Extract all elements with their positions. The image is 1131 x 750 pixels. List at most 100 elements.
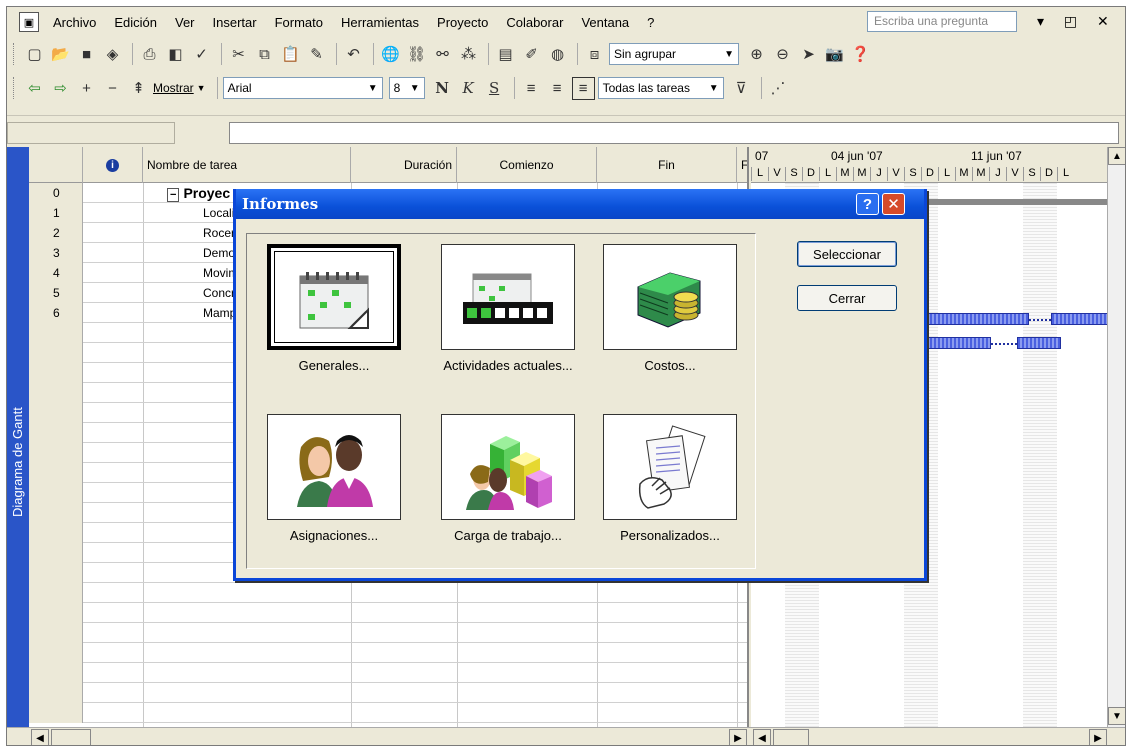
select-button[interactable]: Seleccionar [797,241,897,267]
select-all-cell[interactable] [29,147,83,183]
close-button[interactable]: Cerrar [797,285,897,311]
menu-herramientas[interactable]: Herramientas [341,15,419,30]
font-size-select[interactable]: 8 ▼ [388,77,425,99]
underline-button[interactable]: S [483,77,506,100]
menu-colaborar[interactable]: Colaborar [506,15,563,30]
empty-row[interactable] [29,603,747,623]
web-search-icon[interactable]: ◈ [101,43,124,66]
toolbar-grip[interactable] [13,77,17,99]
undo-icon[interactable]: ↶ [342,43,365,66]
empty-row[interactable] [29,583,747,603]
help-icon[interactable]: ❓ [849,43,872,66]
row-id[interactable] [29,563,83,583]
indent-icon[interactable]: ⇨ [49,77,72,100]
menu-help[interactable]: ? [647,15,654,30]
project-app-icon[interactable]: ▣ [19,12,39,32]
row-id[interactable] [29,503,83,523]
summary-task-bar[interactable] [921,199,1125,205]
row-id[interactable] [29,483,83,503]
task-name-header[interactable]: Nombre de tarea [143,147,351,183]
goto-selected-task-icon[interactable]: ➤ [797,43,820,66]
row-id[interactable] [29,423,83,443]
end-header[interactable]: Fin [597,147,737,183]
row-id[interactable] [29,583,83,603]
format-painter-icon[interactable]: ✎ [305,43,328,66]
cut-icon[interactable]: ✂ [227,43,250,66]
row-id[interactable] [29,523,83,543]
report-tile-asignaciones[interactable]: Asignaciones... [267,414,401,543]
autofilter-icon[interactable]: ⊽ [730,77,753,100]
custom-report-icon[interactable] [603,414,737,520]
row-id[interactable] [29,323,83,343]
row-id[interactable] [29,643,83,663]
ask-question-input[interactable]: Escriba una pregunta [867,11,1017,32]
gantt-wizard-icon[interactable]: ⋰ [767,77,790,100]
predecessors-header[interactable]: F [737,147,747,183]
menu-insertar[interactable]: Insertar [213,15,257,30]
workload-icon[interactable] [441,414,575,520]
split-task-icon[interactable]: ⁂ [457,43,480,66]
show-subtasks-icon[interactable]: + [75,77,98,100]
row-id[interactable]: 0 [29,183,83,203]
scroll-right-icon[interactable]: ▶ [1089,729,1107,745]
toolbar-grip[interactable] [13,43,17,65]
task-name-cell[interactable]: Mamp [165,303,236,323]
hide-subtasks-icon[interactable]: − [101,77,124,100]
scroll-up-icon[interactable]: ▲ [1108,147,1125,165]
outdent-icon[interactable]: ⇦ [23,77,46,100]
italic-button[interactable]: K [457,77,480,100]
menu-formato[interactable]: Formato [275,15,323,30]
task-name-cell[interactable]: − Proyec [165,183,230,205]
empty-row[interactable] [29,683,747,703]
scroll-thumb[interactable] [773,729,809,745]
paste-icon[interactable]: 📋 [279,43,302,66]
scroll-thumb[interactable] [51,729,91,745]
vertical-scrollbar[interactable]: ▲ ▼ [1107,147,1125,727]
menu-edicion[interactable]: Edición [114,15,157,30]
task-bar[interactable] [1017,337,1061,349]
print-preview-icon[interactable]: ◧ [164,43,187,66]
font-select[interactable]: Arial ▼ [222,77,383,99]
unlink-tasks-icon[interactable]: ⚯ [431,43,454,66]
row-id[interactable] [29,683,83,703]
row-id[interactable]: 1 [29,203,83,223]
task-bar[interactable] [921,313,1029,325]
print-icon[interactable]: ⎙ [138,43,161,66]
row-id[interactable] [29,383,83,403]
row-id[interactable] [29,623,83,643]
save-icon[interactable]: ■ [75,43,98,66]
start-header[interactable]: Comienzo [457,147,597,183]
empty-row[interactable] [29,623,747,643]
task-bar[interactable] [921,337,991,349]
row-id[interactable] [29,663,83,683]
task-name-cell[interactable]: Rocer [165,223,235,243]
info-column-header[interactable]: i [83,147,143,183]
row-id[interactable]: 2 [29,223,83,243]
task-notes-icon[interactable]: ✐ [520,43,543,66]
assignments-people-icon[interactable] [267,414,401,520]
spelling-icon[interactable]: ✓ [190,43,213,66]
scroll-right-icon[interactable]: ▶ [729,729,747,745]
row-id[interactable] [29,443,83,463]
empty-row[interactable] [29,703,747,723]
calendar-report-icon[interactable] [267,244,401,350]
row-id[interactable]: 6 [29,303,83,323]
show-outline-icon[interactable]: ⇞ [127,77,150,100]
empty-row[interactable] [29,643,747,663]
scroll-left-icon[interactable]: ◀ [31,729,49,745]
task-name-cell[interactable]: Localiz [165,203,240,223]
scroll-left-icon[interactable]: ◀ [753,729,771,745]
publish-icon[interactable]: ⧈ [583,43,606,66]
report-tile-generales[interactable]: Generales... [267,244,401,373]
help-button[interactable]: ? [856,193,879,215]
zoom-in-icon[interactable]: ⊕ [745,43,768,66]
assign-resources-icon[interactable]: ◍ [546,43,569,66]
timescale-header[interactable]: 07 04 jun '07 11 jun '07 L V S D L M M J… [751,147,1125,183]
report-tile-actividades[interactable]: Actividades actuales... [433,244,583,373]
duration-header[interactable]: Duración [351,147,457,183]
menu-archivo[interactable]: Archivo [53,15,96,30]
open-folder-icon[interactable]: 📂 [49,43,72,66]
align-right-icon[interactable]: ≡ [571,76,595,100]
link-tasks-icon[interactable]: ⛓ [405,43,428,66]
bold-button[interactable]: N [431,77,454,100]
